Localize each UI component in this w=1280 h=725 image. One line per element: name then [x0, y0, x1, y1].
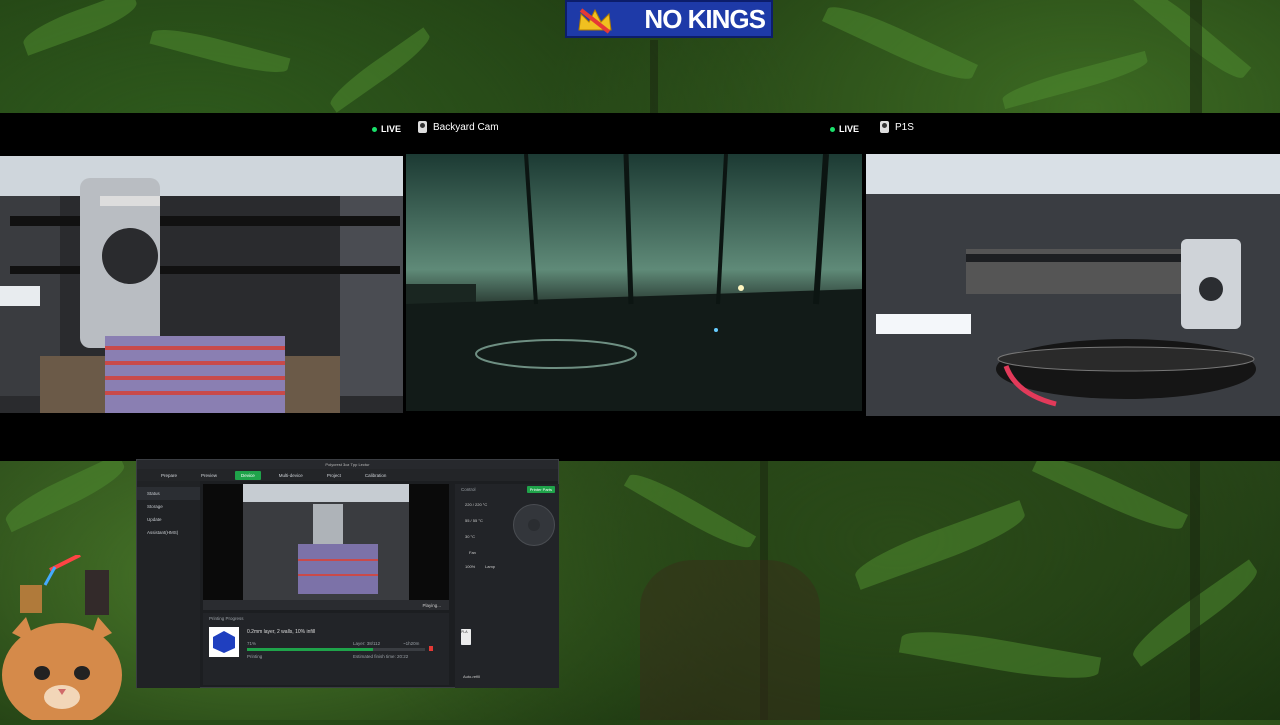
camera-feed-1[interactable] [0, 156, 403, 413]
live-badge-1: LIVE [372, 124, 401, 134]
no-kings-banner: NO KINGS [565, 0, 773, 38]
camera-header-3: P1S [880, 113, 914, 141]
tab-device[interactable]: Device [235, 470, 261, 480]
video-status-bar: Playing... [203, 600, 449, 610]
tab-calibration[interactable]: Calibration [359, 471, 393, 480]
camera-feed-2[interactable] [406, 154, 862, 411]
live-badge-2: LIVE [830, 124, 859, 134]
camera-name-p1s: P1S [895, 121, 914, 133]
control-header: Control [461, 487, 476, 492]
kitten-lightsaber-overlay [0, 553, 135, 725]
camera-header-2: Backyard Cam [418, 113, 499, 141]
camera-strip: LIVE Backyard Cam LIVE P1S [0, 113, 1280, 461]
time-text: ~1h20m [403, 641, 420, 646]
device-sidebar: Status Storage Update Assistant(HMS) [137, 481, 200, 688]
banner-text: NO KINGS [644, 3, 766, 34]
live-dot-icon [830, 126, 835, 132]
tab-prepare[interactable]: Prepare [155, 471, 183, 480]
progress-header: Printing Progress [209, 616, 244, 621]
job-thumbnail [209, 627, 239, 657]
printer-parts-button[interactable]: Printer Parts [526, 486, 555, 493]
camera-icon [418, 121, 427, 133]
control-panel: Control Printer Parts 220 / 220 °C 55 / … [455, 484, 559, 688]
nozzle-temp[interactable]: 220 / 220 °C [465, 502, 487, 507]
live-dot-icon [372, 126, 377, 132]
tab-project[interactable]: Project [321, 471, 347, 480]
printer-video-feed[interactable] [203, 484, 449, 600]
camera-name-backyard: Backyard Cam [433, 121, 499, 133]
axis-jog-wheel[interactable] [513, 504, 555, 546]
auto-refill-label[interactable]: Auto-refill [463, 674, 480, 679]
video-status: Playing... [422, 602, 441, 608]
bed-temp[interactable]: 55 / 55 °C [465, 518, 483, 523]
sidebar-item-status[interactable]: Status [137, 487, 200, 500]
percent-text: 71% [247, 641, 257, 646]
layer-text: Layer: 38/112 [353, 641, 381, 646]
progress-track [247, 648, 425, 651]
app-titlebar: Polycrest 3oz Tpp Lectur [137, 460, 558, 469]
finish-time: Estimated finish time: 20:22 [353, 654, 409, 659]
sidebar-item-assistant[interactable]: Assistant(HMS) [137, 526, 200, 539]
printer-video-image [203, 484, 449, 600]
crown-icon [578, 8, 612, 34]
filament-slot-4[interactable]: PLA [461, 629, 471, 645]
sidebar-item-storage[interactable]: Storage [137, 500, 200, 513]
app-tabbar: Prepare Preview Device Multi-device Proj… [137, 469, 558, 481]
fan-value: 100% [465, 564, 476, 569]
progress-fill [247, 648, 374, 651]
state-text: Printing [247, 654, 263, 659]
stop-icon[interactable] [429, 646, 433, 651]
camera-icon [880, 121, 889, 133]
ams-slots: PLA PLA PLA PLA [461, 629, 555, 655]
tab-multi-device[interactable]: Multi-device [273, 471, 309, 480]
home-button[interactable] [528, 519, 540, 531]
slicer-app-window: Polycrest 3oz Tpp Lectur Prepare Preview… [136, 459, 559, 688]
kitten-image [2, 553, 122, 725]
printer-interior-image [0, 156, 403, 413]
sidebar-item-update[interactable]: Update [137, 513, 200, 526]
fan-label[interactable]: Fan [469, 550, 476, 555]
camera-feed-3[interactable] [866, 154, 1280, 416]
cube-icon [213, 631, 235, 653]
window-title: Polycrest 3oz Tpp Lectur [325, 462, 370, 467]
printing-progress-panel: Printing Progress 0.2mm layer, 2 walls, … [203, 613, 449, 685]
chamber-temp[interactable]: 30 °C [465, 534, 475, 539]
job-name: 0.2mm layer, 2 walls, 10% infill [247, 629, 316, 635]
lamp-label[interactable]: Lamp [485, 564, 495, 569]
p1s-interior-image [866, 154, 1280, 416]
backyard-scene-image [406, 154, 862, 411]
tab-preview[interactable]: Preview [195, 471, 223, 480]
